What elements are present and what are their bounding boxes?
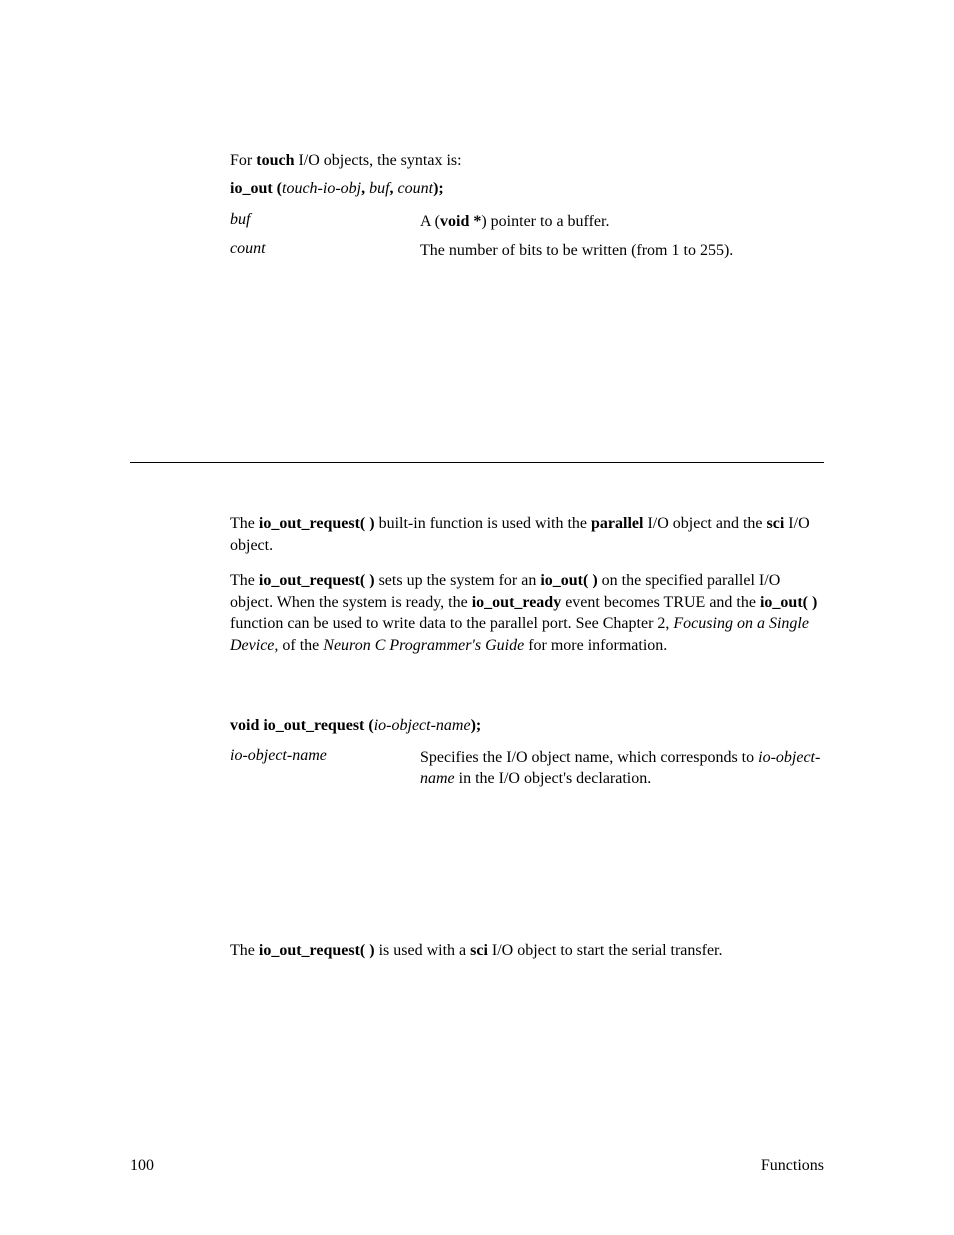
fn-name: io_out_request( ) — [259, 515, 375, 532]
arg: touch-io-obj — [282, 180, 361, 197]
text: in the I/O object's declaration. — [455, 770, 652, 787]
close: ); — [471, 717, 482, 734]
void-ptr: void * — [440, 213, 481, 230]
param-io-object-name: io-object-name Specifies the I/O object … — [230, 747, 824, 790]
io-out-request-sci-desc: The io_out_request( ) is used with a sci… — [230, 940, 824, 962]
touch-keyword: touch — [256, 152, 294, 169]
sep: , — [361, 180, 369, 197]
param-count: count The number of bits to be written (… — [230, 240, 824, 262]
arg: io-object-name — [374, 717, 471, 734]
event-name: io_out_ready — [472, 594, 561, 611]
page-content: For touch I/O objects, the syntax is: io… — [230, 150, 824, 961]
text: For — [230, 152, 256, 169]
io-out-request-desc-2: The io_out_request( ) sets up the system… — [230, 570, 824, 656]
text: for more information. — [524, 637, 667, 654]
sep: , — [390, 180, 398, 197]
section-divider — [130, 462, 824, 463]
book-title: Neuron C Programmer's Guide — [323, 637, 524, 654]
param-buf: buf A (void *) pointer to a buffer. — [230, 211, 824, 233]
io-out-request-syntax: void io_out_request (io-object-name); — [230, 717, 824, 735]
param-def: A (void *) pointer to a buffer. — [420, 211, 824, 233]
fn-sig: void io_out_request ( — [230, 717, 374, 734]
text: event becomes TRUE and the — [561, 594, 760, 611]
text: The — [230, 515, 259, 532]
arg: count — [398, 180, 434, 197]
text: The — [230, 942, 259, 959]
close: ); — [433, 180, 444, 197]
touch-intro: For touch I/O objects, the syntax is: — [230, 150, 824, 172]
param-def: The number of bits to be written (from 1… — [420, 240, 824, 262]
sci-keyword: sci — [470, 942, 488, 959]
fn-name: io_out_request( ) — [259, 942, 375, 959]
io-out-request-desc-1: The io_out_request( ) built-in function … — [230, 513, 824, 556]
arg: buf — [369, 180, 389, 197]
text: built-in function is used with the — [375, 515, 591, 532]
parallel-keyword: parallel — [591, 515, 643, 532]
text: A ( — [420, 213, 440, 230]
text: function can be used to write data to th… — [230, 615, 673, 632]
text: The — [230, 572, 259, 589]
fn-name: io_out( ) — [760, 594, 817, 611]
param-def: Specifies the I/O object name, which cor… — [420, 747, 824, 790]
fn-name: io_out ( — [230, 180, 282, 197]
text: ) pointer to a buffer. — [481, 213, 609, 230]
text: of the — [278, 637, 323, 654]
text: I/O object to start the serial transfer. — [488, 942, 723, 959]
text: I/O objects, the syntax is: — [294, 152, 461, 169]
fn-name: io_out_request( ) — [259, 572, 375, 589]
io-out-syntax: io_out (touch-io-obj, buf, count); — [230, 178, 824, 200]
sci-keyword: sci — [767, 515, 785, 532]
text: sets up the system for an — [375, 572, 541, 589]
text: Specifies the I/O object name, which cor… — [420, 749, 758, 766]
param-term: io-object-name — [230, 747, 420, 790]
page-number: 100 — [130, 1157, 154, 1175]
text: I/O object and the — [643, 515, 766, 532]
section-name: Functions — [761, 1157, 824, 1175]
param-term: buf — [230, 211, 420, 233]
fn-name: io_out( ) — [540, 572, 597, 589]
text: is used with a — [375, 942, 471, 959]
param-term: count — [230, 240, 420, 262]
page-footer: 100 Functions — [130, 1157, 824, 1175]
